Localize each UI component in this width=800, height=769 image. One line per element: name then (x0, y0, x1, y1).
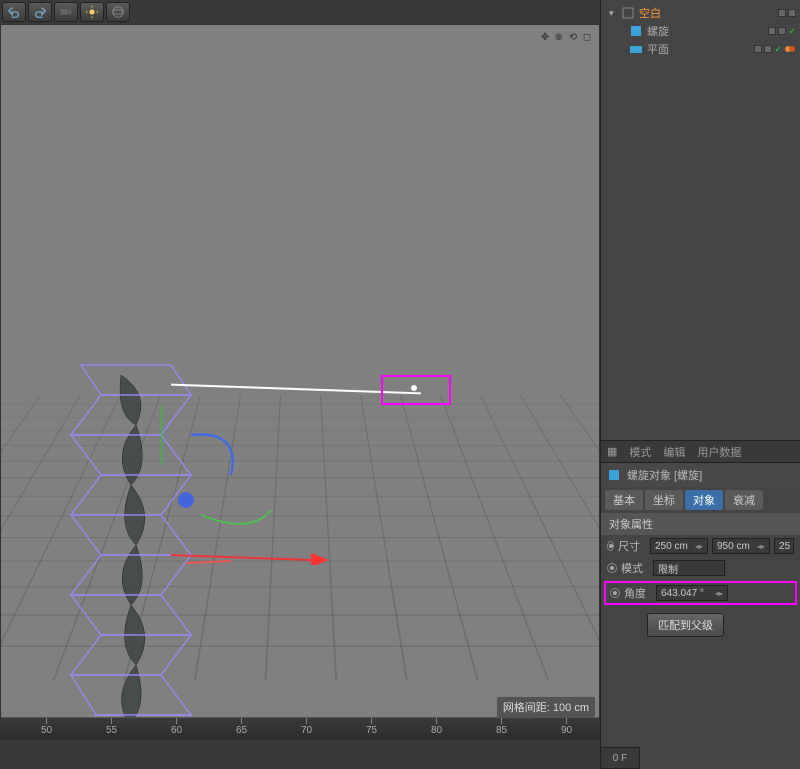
toolbar-btn-light[interactable] (80, 2, 104, 22)
attr-menu-bar: ▦ 模式 编辑 用户数据 (601, 441, 800, 463)
menu-userdata[interactable]: 用户数据 (697, 444, 741, 460)
expand-icon[interactable]: ▾ (609, 8, 617, 19)
toolbar-btn-undo[interactable] (2, 2, 26, 22)
prop-angle-highlighted: 角度 643.047 °◂▸ (604, 581, 797, 605)
frame-counter-of[interactable]: 0 F (600, 747, 640, 769)
angle-field[interactable]: 643.047 °◂▸ (656, 585, 728, 601)
layer-dot[interactable] (778, 9, 786, 17)
attribute-manager: ▦ 模式 编辑 用户数据 螺旋对象 [螺旋] 基本 坐标 对象 衰减 对象属性 … (600, 440, 800, 769)
tab-basic[interactable]: 基本 (605, 490, 643, 510)
anim-radio[interactable] (607, 541, 614, 551)
toolbar-btn-camera[interactable] (54, 2, 78, 22)
vp-move-icon[interactable]: ✥ (539, 31, 551, 43)
twist-icon (607, 468, 621, 482)
viewport-controls: ✥ ⊕ ⟲ ◻ (539, 31, 593, 43)
timeline-ruler[interactable]: 50 55 60 65 70 75 80 85 90 (1, 717, 599, 739)
anim-radio[interactable] (607, 563, 617, 573)
viewport[interactable]: ✥ ⊕ ⟲ ◻ (0, 24, 600, 740)
size-z-field[interactable]: 25 (774, 538, 794, 554)
object-twist[interactable]: 螺旋 ✓ (605, 22, 796, 40)
menu-mode[interactable]: 模式 (629, 444, 651, 460)
check-icon[interactable]: ✓ (788, 26, 796, 37)
helix-object[interactable] (41, 355, 281, 740)
size-x-field[interactable]: 250 cm◂▸ (650, 538, 708, 554)
anim-radio[interactable] (610, 588, 620, 598)
highlight-box-viewport (381, 375, 451, 405)
toolbar-btn-world[interactable] (106, 2, 130, 22)
tab-object[interactable]: 对象 (685, 490, 723, 510)
render-dot[interactable] (788, 9, 796, 17)
prop-size: 尺寸 250 cm◂▸ 950 cm◂▸ 25 (601, 535, 800, 557)
fit-to-parent-button[interactable]: 匹配到父级 (647, 613, 724, 637)
null-icon (621, 6, 635, 20)
attr-tabs: 基本 坐标 对象 衰减 (601, 487, 800, 513)
vp-max-icon[interactable]: ◻ (581, 31, 593, 43)
plane-icon (629, 42, 643, 56)
attr-object-title: 螺旋对象 [螺旋] (601, 463, 800, 487)
check-icon[interactable]: ✓ (774, 44, 782, 55)
tab-coord[interactable]: 坐标 (645, 490, 683, 510)
object-plane[interactable]: 平面 ✓ (605, 40, 796, 58)
vp-zoom-icon[interactable]: ⊕ (553, 31, 565, 43)
object-null-root[interactable]: ▾ 空白 (605, 4, 796, 22)
object-manager: ▾ 空白 螺旋 ✓ 平面 ✓ (600, 0, 800, 440)
tab-falloff[interactable]: 衰减 (725, 490, 763, 510)
mode-select[interactable]: 限制 (653, 560, 725, 576)
menu-edit[interactable]: 编辑 (663, 444, 685, 460)
attr-grid-icon[interactable]: ▦ (607, 445, 617, 458)
toolbar-btn-redo[interactable] (28, 2, 52, 22)
vp-rotate-icon[interactable]: ⟲ (567, 31, 579, 43)
prop-mode: 模式 限制 (601, 557, 800, 579)
size-y-field[interactable]: 950 cm◂▸ (712, 538, 770, 554)
twist-deformer-icon (629, 24, 643, 38)
grid-info-label: 网格间距: 100 cm (497, 697, 595, 717)
material-tag-icon[interactable] (784, 43, 796, 55)
section-object-props: 对象属性 (601, 513, 800, 535)
